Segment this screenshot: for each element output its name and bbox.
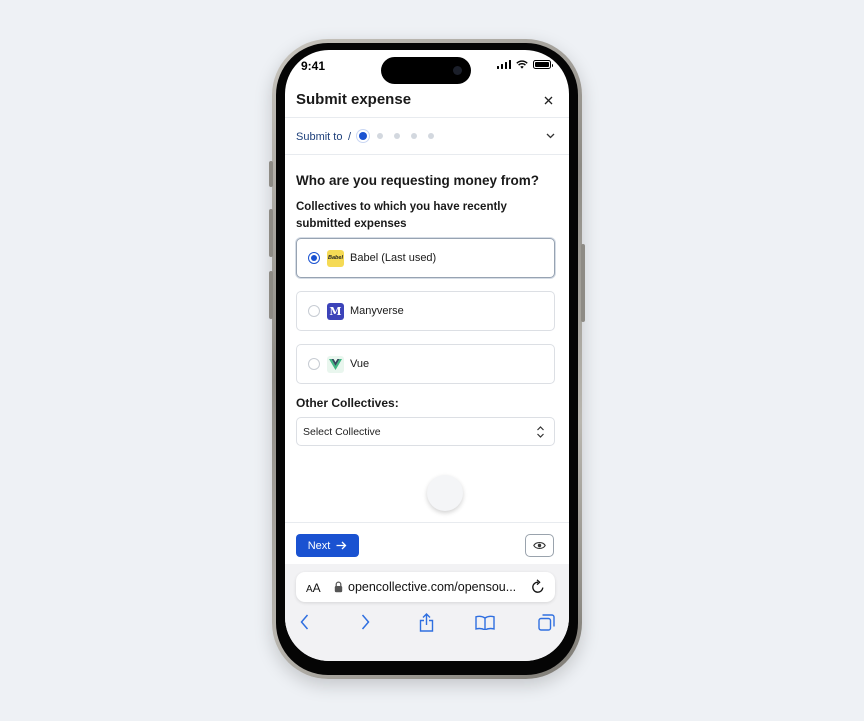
option-manyverse[interactable]: M Manyverse xyxy=(296,291,555,331)
babel-logo-icon: Babel xyxy=(327,249,344,267)
option-label: Manyverse xyxy=(350,305,404,317)
radio-button[interactable] xyxy=(308,252,320,264)
volume-up-button xyxy=(269,209,273,257)
collective-options: Babel Babel (Last used) M Manyverse Vue xyxy=(296,238,555,384)
preview-button[interactable] xyxy=(525,534,554,557)
back-icon[interactable] xyxy=(293,611,315,633)
tabs-icon[interactable] xyxy=(535,611,557,633)
modal-title: Submit expense xyxy=(296,91,412,108)
recent-collectives-label: Collectives to which you have recently s… xyxy=(296,201,507,230)
select-arrows-icon xyxy=(537,426,544,438)
next-button-label: Next xyxy=(307,539,331,552)
form-question: Who are you requesting money from? xyxy=(296,173,540,188)
camera-icon xyxy=(453,66,462,75)
option-babel[interactable]: Babel Babel (Last used) xyxy=(296,238,555,278)
close-icon[interactable] xyxy=(537,89,559,111)
modal-footer: Next xyxy=(285,522,569,570)
volume-down-button xyxy=(269,271,273,319)
step-dot-4 xyxy=(411,133,417,139)
phone-screen: 9:41 Submit expense Submit to / Who are … xyxy=(285,50,569,661)
lock-icon xyxy=(334,581,343,593)
arrow-right-icon xyxy=(336,541,347,550)
step-dots xyxy=(359,132,435,140)
browser-toolbar xyxy=(285,611,569,635)
select-value: Select Collective xyxy=(303,426,381,438)
step-dot-3 xyxy=(394,133,400,139)
radio-button[interactable] xyxy=(308,358,320,370)
step-dot-1[interactable] xyxy=(359,132,367,140)
other-collectives-label: Other Collectives: xyxy=(296,396,399,410)
touch-indicator xyxy=(427,475,463,511)
browser-bar: AA opencollective.com/opensou... xyxy=(285,564,569,661)
option-label: Vue xyxy=(350,358,370,370)
stepper: Submit to / xyxy=(285,118,569,155)
address-bar[interactable]: AA opencollective.com/opensou... xyxy=(296,572,555,602)
eye-icon xyxy=(533,542,546,549)
wifi-icon xyxy=(516,60,528,69)
status-time: 9:41 xyxy=(301,59,326,73)
reload-icon[interactable] xyxy=(530,579,546,595)
bookmarks-icon[interactable] xyxy=(474,611,496,633)
next-button[interactable]: Next xyxy=(296,534,359,557)
option-label: Babel (Last used) xyxy=(350,252,437,264)
step-dot-2 xyxy=(377,133,383,139)
cellular-signal-icon xyxy=(496,60,511,69)
stepper-separator: / xyxy=(348,131,352,143)
chevron-down-icon[interactable] xyxy=(543,129,557,143)
step-dot-5 xyxy=(428,133,434,139)
url-text[interactable]: opencollective.com/opensou... xyxy=(348,580,516,594)
manyverse-logo-icon: M xyxy=(327,302,344,320)
action-button xyxy=(269,161,273,187)
power-button xyxy=(581,244,585,322)
dynamic-island xyxy=(381,57,471,84)
option-vue[interactable]: Vue xyxy=(296,344,555,384)
modal-header: Submit expense xyxy=(285,84,569,118)
vue-logo-icon xyxy=(327,355,344,373)
form-content: Who are you requesting money from? Colle… xyxy=(296,172,555,446)
battery-icon xyxy=(533,60,553,69)
radio-button[interactable] xyxy=(308,305,320,317)
forward-icon[interactable] xyxy=(354,611,376,633)
status-icons xyxy=(496,60,553,69)
text-size-button[interactable]: AA xyxy=(306,581,321,595)
status-bar: 9:41 xyxy=(285,50,569,84)
collective-select[interactable]: Select Collective xyxy=(296,417,555,446)
share-icon[interactable] xyxy=(415,611,437,633)
stepper-label: Submit to xyxy=(296,131,343,143)
